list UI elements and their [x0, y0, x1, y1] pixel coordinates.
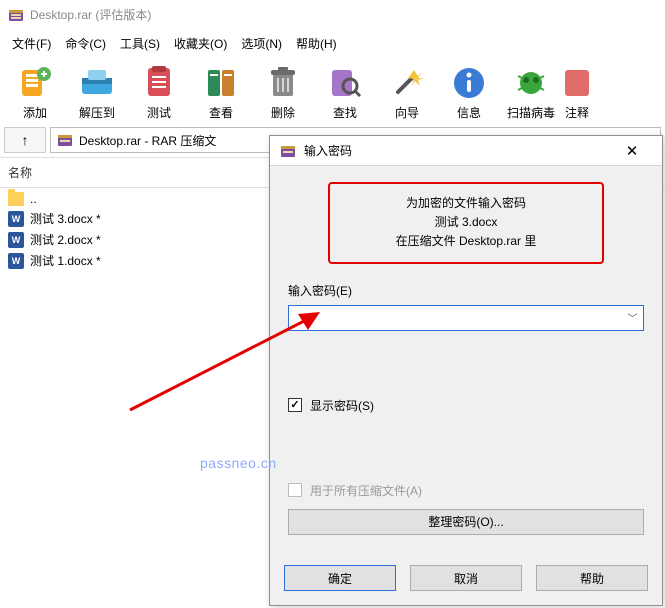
- password-label: 输入密码(E): [288, 282, 644, 299]
- dialog-footer: 确定 取消 帮助: [270, 555, 662, 605]
- organize-passwords-button[interactable]: 整理密码(O)...: [288, 509, 644, 535]
- help-button[interactable]: 帮助: [536, 565, 648, 591]
- up-button[interactable]: ↑: [4, 127, 46, 153]
- password-dialog: 输入密码 ✕ 为加密的文件输入密码 测试 3.docx 在压缩文件 Deskto…: [269, 135, 663, 606]
- archive-icon: [57, 132, 73, 148]
- tb-add-label: 添加: [23, 104, 47, 121]
- tb-delete[interactable]: 删除: [252, 60, 314, 125]
- window-title: Desktop.rar (评估版本): [30, 6, 151, 23]
- password-input[interactable]: [289, 306, 621, 330]
- menu-fav[interactable]: 收藏夹(O): [168, 33, 233, 54]
- msg-line3: 在压缩文件 Desktop.rar 里: [340, 232, 592, 251]
- tb-extract-label: 解压到: [79, 104, 115, 121]
- file-name: ..: [30, 192, 37, 206]
- cancel-button[interactable]: 取消: [410, 565, 522, 591]
- use-for-all-checkbox[interactable]: 用于所有压缩文件(A): [288, 482, 644, 499]
- tb-view[interactable]: 查看: [190, 60, 252, 125]
- test-icon: [140, 64, 178, 102]
- app-icon: [8, 7, 24, 23]
- tb-test[interactable]: 测试: [128, 60, 190, 125]
- up-arrow-icon: ↑: [22, 132, 29, 148]
- watermark: passneo.cn: [200, 455, 277, 471]
- menu-help[interactable]: 帮助(H): [290, 33, 343, 54]
- checkbox-icon: [288, 398, 302, 412]
- path-text: Desktop.rar - RAR 压缩文: [79, 132, 216, 149]
- file-name: 测试 3.docx *: [30, 210, 101, 227]
- tb-add[interactable]: 添加: [4, 60, 66, 125]
- tb-view-label: 查看: [209, 104, 233, 121]
- show-password-checkbox[interactable]: 显示密码(S): [288, 397, 644, 414]
- use-for-all-label: 用于所有压缩文件(A): [310, 482, 422, 499]
- tb-extract[interactable]: 解压到: [66, 60, 128, 125]
- menu-tools[interactable]: 工具(S): [114, 33, 166, 54]
- prompt-message: 为加密的文件输入密码 测试 3.docx 在压缩文件 Desktop.rar 里: [328, 182, 604, 264]
- extract-icon: [78, 64, 116, 102]
- tb-test-label: 测试: [147, 104, 171, 121]
- password-field[interactable]: ﹀: [288, 305, 644, 331]
- menu-options[interactable]: 选项(N): [235, 33, 288, 54]
- file-name: 测试 2.docx *: [30, 231, 101, 248]
- tb-find-label: 查找: [333, 104, 357, 121]
- chevron-down-icon[interactable]: ﹀: [621, 306, 643, 330]
- folder-icon: [8, 192, 24, 206]
- close-button[interactable]: ✕: [612, 137, 652, 165]
- find-icon: [326, 64, 364, 102]
- docx-icon: W: [8, 211, 24, 227]
- tb-comment[interactable]: 注释: [562, 60, 592, 125]
- docx-icon: W: [8, 253, 24, 269]
- tb-scan-label: 扫描病毒: [507, 104, 555, 121]
- file-name: 测试 1.docx *: [30, 252, 101, 269]
- archive-icon: [280, 143, 296, 159]
- toolbar: 添加 解压到 测试 查看 删除 查找 向导 信息 扫描病毒 注释: [0, 58, 665, 125]
- tb-info[interactable]: 信息: [438, 60, 500, 125]
- msg-line1: 为加密的文件输入密码: [340, 194, 592, 213]
- menu-file[interactable]: 文件(F): [6, 33, 57, 54]
- menu-command[interactable]: 命令(C): [59, 33, 112, 54]
- view-icon: [202, 64, 240, 102]
- dialog-title: 输入密码: [304, 142, 604, 159]
- info-icon: [450, 64, 488, 102]
- comment-icon: [563, 64, 591, 102]
- show-password-label: 显示密码(S): [310, 397, 374, 414]
- wizard-icon: [388, 64, 426, 102]
- tb-delete-label: 删除: [271, 104, 295, 121]
- tb-find[interactable]: 查找: [314, 60, 376, 125]
- tb-scan[interactable]: 扫描病毒: [500, 60, 562, 125]
- add-icon: [16, 64, 54, 102]
- msg-line2: 测试 3.docx: [340, 213, 592, 232]
- tb-info-label: 信息: [457, 104, 481, 121]
- close-icon: ✕: [626, 142, 639, 160]
- tb-wizard[interactable]: 向导: [376, 60, 438, 125]
- dialog-titlebar: 输入密码 ✕: [270, 136, 662, 166]
- menu-bar: 文件(F) 命令(C) 工具(S) 收藏夹(O) 选项(N) 帮助(H): [0, 29, 665, 58]
- ok-button[interactable]: 确定: [284, 565, 396, 591]
- docx-icon: W: [8, 232, 24, 248]
- delete-icon: [264, 64, 302, 102]
- tb-wizard-label: 向导: [395, 104, 419, 121]
- tb-comment-label: 注释: [565, 104, 589, 121]
- window-titlebar: Desktop.rar (评估版本): [0, 0, 665, 29]
- virus-icon: [512, 64, 550, 102]
- checkbox-icon: [288, 483, 302, 497]
